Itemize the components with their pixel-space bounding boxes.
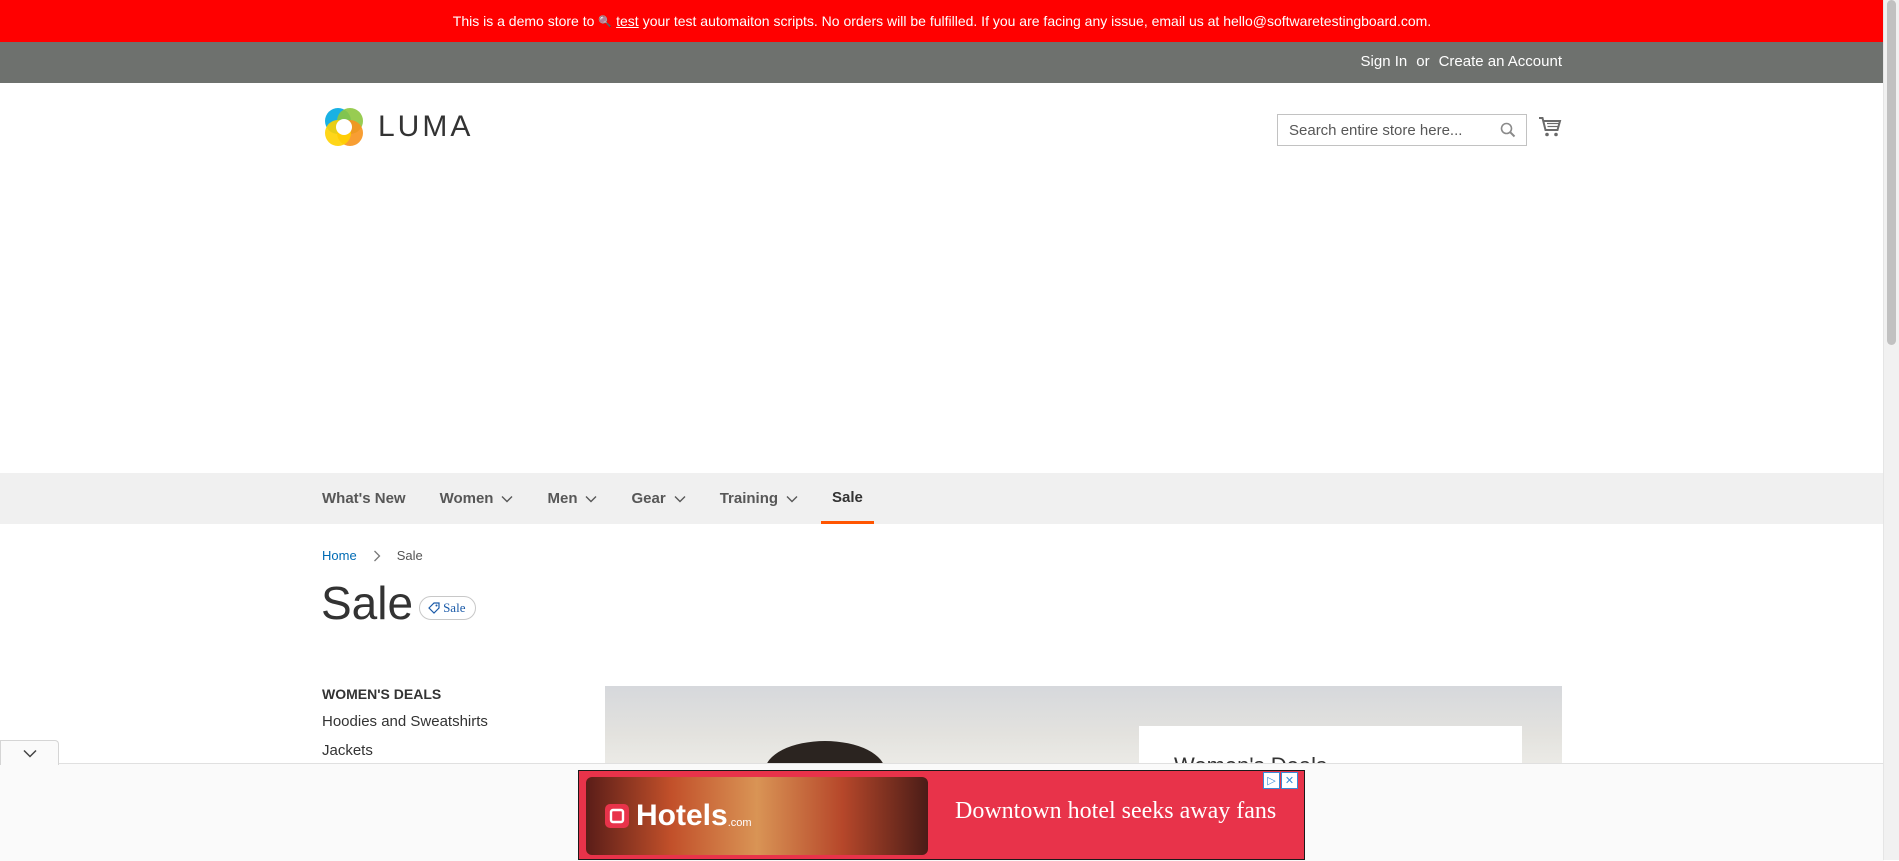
chevron-down-icon [501,495,513,502]
sidebar-link-jackets[interactable]: Jackets [322,742,488,759]
womens-deals-hero[interactable]: Women's Deals [605,686,1562,766]
ad-headline: Downtown hotel seeks away fans [955,798,1277,824]
hotels-logo: Hotels .com [604,799,752,833]
top-bar: Sign In or Create an Account [0,42,1884,83]
nav-item-whats-new[interactable]: What's New [322,473,440,524]
header-links: Sign In or Create an Account [1361,53,1562,70]
chevron-right-icon [373,550,381,561]
nav-item-label: Sale [832,488,863,506]
chevron-down-icon [674,495,686,502]
chevron-down-icon [22,749,37,758]
ad-controls: ▷ ✕ [1263,772,1298,789]
breadcrumb-current: Sale [396,548,423,563]
nav-item-men[interactable]: Men [547,473,631,524]
hotels-ad[interactable]: Hotels .com Downtown hotel seeks away fa… [578,770,1305,860]
page-title-wrap: Sale Sale [321,576,477,630]
search-box[interactable] [1277,114,1527,146]
chevron-down-icon [585,495,597,502]
demo-notice-text-after: your test automaiton scripts. No orders … [642,13,1432,29]
ad-brand-suffix: .com [727,817,752,829]
search-icon: 🔍 [598,15,613,28]
logo-text: LUMA [378,110,474,143]
search-icon[interactable] [1500,122,1516,138]
create-account-link[interactable]: Create an Account [1439,53,1562,70]
ad-collapse-toggle[interactable] [0,740,59,765]
or-separator: or [1416,53,1430,70]
sidebar-link-hoodies[interactable]: Hoodies and Sweatshirts [322,713,488,730]
logo[interactable]: LUMA [322,105,473,149]
nav-item-label: Women [439,490,494,507]
nav-item-label: Men [547,490,578,507]
demo-notice-link[interactable]: test [616,13,639,29]
ad-brand-text: Hotels [636,799,728,832]
demo-notice-text-before: This is a demo store to [452,13,595,29]
close-icon[interactable]: ✕ [1281,772,1298,789]
nav-item-gear[interactable]: Gear [631,473,719,524]
cart-icon[interactable] [1538,116,1562,138]
nav-item-label: Gear [631,490,666,507]
page-title: Sale [321,577,414,629]
sidebar-womens-deals: WOMEN'S DEALS Hoodies and Sweatshirts Ja… [322,686,488,771]
demo-notice-banner: This is a demo store to 🔍 test your test… [0,0,1884,42]
main-navigation: What's New Women Men Gear Training Sale [0,473,1884,524]
sign-in-link[interactable]: Sign In [1361,53,1408,70]
breadcrumb: Home Sale [322,548,423,563]
scrollbar-thumb[interactable] [1887,0,1896,345]
breadcrumb-home-link[interactable]: Home [322,548,357,563]
search-input[interactable] [1287,120,1496,140]
nav-item-label: Training [719,490,779,507]
nav-items: What's New Women Men Gear Training Sale [322,473,874,524]
sale-tag-label: Sale [443,600,466,615]
site-header: LUMA [0,83,1884,473]
nav-item-training[interactable]: Training [720,473,832,524]
nav-item-sale[interactable]: Sale [821,473,874,524]
page-scrollbar[interactable] [1883,0,1899,860]
chevron-down-icon [786,495,798,502]
hotels-logo-icon [605,804,629,828]
ad-choices-icon[interactable]: ▷ [1263,772,1280,789]
ad-image: Hotels .com [586,777,928,855]
nav-item-label: What's New [322,490,406,507]
sale-tag-badge[interactable]: Sale [419,596,477,620]
hero-card: Women's Deals [1139,726,1522,766]
tag-icon [428,602,440,614]
sidebar-title: WOMEN'S DEALS [322,686,442,702]
nav-item-women[interactable]: Women [440,473,548,524]
luma-logo-icon [325,108,363,146]
